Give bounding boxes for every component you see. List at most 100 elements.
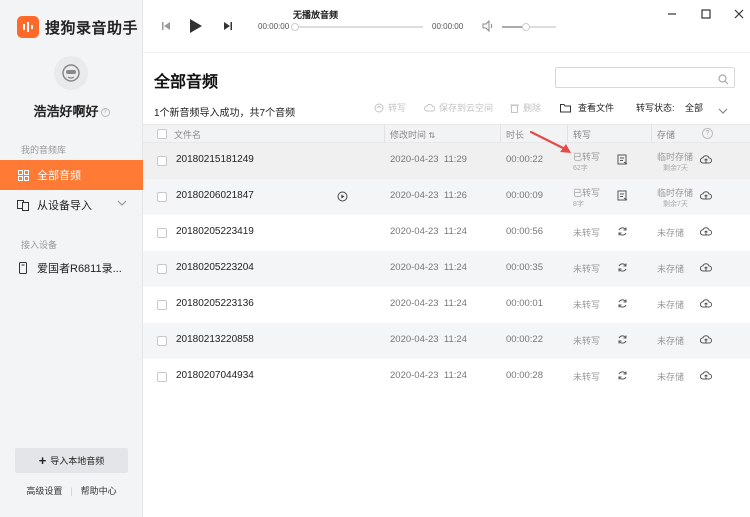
row-checkbox[interactable] (157, 156, 167, 166)
previous-track-icon[interactable] (159, 19, 173, 33)
sidebar-item-device-r6811[interactable]: 爱国者R6811录... (0, 253, 143, 283)
chevron-down-icon[interactable] (117, 198, 127, 211)
select-all-checkbox[interactable] (157, 129, 167, 139)
row-duration: 00:00:22 (506, 334, 543, 345)
column-modified[interactable]: 修改时间 ⇅ (390, 128, 435, 141)
row-filename: 20180213220858 (176, 334, 254, 345)
view-transcript-icon[interactable] (617, 154, 628, 168)
cloud-upload-icon[interactable] (699, 298, 712, 312)
volume-slider[interactable] (502, 23, 556, 31)
transcribe-icon[interactable] (617, 226, 628, 240)
table-row[interactable]: 20180206021847 2020-04-23 11:26 00:00:09 已转… (143, 179, 750, 215)
help-center-link[interactable]: 帮助中心 (81, 486, 117, 496)
row-checkbox[interactable] (157, 372, 167, 382)
search-input[interactable] (556, 68, 706, 88)
view-transcript-icon[interactable] (617, 190, 628, 204)
row-duration: 00:00:28 (506, 370, 543, 381)
import-local-audio-button[interactable]: + 导入本地音频 (15, 448, 128, 473)
sidebar-item-all-audio[interactable]: 全部音频 (0, 160, 143, 190)
sort-icon[interactable]: ⇅ (429, 131, 436, 140)
help-icon[interactable]: ? (702, 128, 713, 139)
row-filename: 20180215181249 (176, 154, 254, 165)
row-transcribe-status: 未转写 (573, 228, 601, 238)
row-storage-status: 未存储 (657, 300, 685, 310)
app-logo: 搜狗录音助手 (17, 16, 138, 38)
row-transcribe-status: 未转写 (573, 372, 601, 382)
row-date: 2020-04-23 (390, 370, 439, 381)
info-icon[interactable]: ? (100, 108, 110, 117)
folder-icon (560, 103, 571, 113)
row-transcribe-status: 未转写 (573, 264, 601, 274)
minimize-icon[interactable] (665, 7, 679, 21)
cloud-upload-icon[interactable] (699, 154, 712, 168)
search-box[interactable] (555, 67, 735, 88)
chevron-down-icon[interactable] (718, 102, 728, 120)
play-icon[interactable] (187, 17, 205, 35)
row-date: 2020-04-23 (390, 154, 439, 165)
cloud-upload-icon[interactable] (699, 190, 712, 204)
table-row[interactable]: 20180205223136 2020-04-23 11:24 00:00:01 未转… (143, 287, 750, 323)
row-time: 11:29 (443, 154, 467, 165)
row-time: 11:24 (443, 370, 467, 381)
avatar[interactable] (54, 56, 88, 90)
plus-icon: + (38, 453, 47, 468)
play-circle-icon[interactable] (337, 191, 348, 205)
app-name: 搜狗录音助手 (45, 19, 139, 37)
maximize-icon[interactable] (699, 7, 713, 21)
table-row[interactable]: 20180205223419 2020-04-23 11:24 00:00:56 未转… (143, 215, 750, 251)
row-checkbox[interactable] (157, 264, 167, 274)
cloud-upload-icon[interactable] (699, 262, 712, 276)
row-duration: 00:00:01 (506, 298, 543, 309)
transcribe-button[interactable]: 转写 (374, 101, 406, 114)
row-time: 11:24 (443, 262, 467, 273)
transcribe-icon[interactable] (617, 262, 628, 276)
row-checkbox[interactable] (157, 192, 167, 202)
column-divider (651, 125, 652, 142)
row-modified-time: 2020-04-23 11:24 (390, 226, 467, 237)
sidebar-item-device-import[interactable]: 从设备导入 (0, 190, 143, 220)
transcribe-icon[interactable] (617, 334, 628, 348)
cloud-upload-icon[interactable] (699, 334, 712, 348)
transcribe-icon[interactable] (617, 370, 628, 384)
recorder-device-icon (17, 262, 29, 274)
row-storage-remaining: 剩余7天 (663, 201, 688, 208)
cloud-upload-icon[interactable] (699, 226, 712, 240)
bottom-links: 高级设置 | 帮助中心 (0, 484, 143, 497)
table-row[interactable]: 20180215181249 2020-04-23 11:29 00:00:22 已转… (143, 143, 750, 179)
row-checkbox[interactable] (157, 228, 167, 238)
save-to-cloud-button[interactable]: 保存到云空间 (424, 101, 493, 114)
close-icon[interactable] (732, 7, 746, 21)
search-icon[interactable] (718, 72, 729, 90)
row-modified-time: 2020-04-23 11:24 (390, 298, 467, 309)
transcribe-icon[interactable] (617, 298, 628, 312)
volume-knob[interactable] (522, 23, 531, 31)
delete-button[interactable]: 删除 (510, 101, 541, 114)
table-row[interactable]: 20180207044934 2020-04-23 11:24 00:00:28 未转… (143, 359, 750, 395)
row-transcribe-status: 已转写 (573, 152, 601, 162)
progress-slider[interactable] (291, 23, 423, 31)
username[interactable]: 浩浩好啊好? (0, 101, 143, 120)
row-modified-time: 2020-04-23 11:26 (390, 190, 467, 201)
progress-knob[interactable] (291, 23, 299, 31)
column-storage: 存储 (657, 130, 676, 140)
row-checkbox[interactable] (157, 336, 167, 346)
transcribe-filter-select[interactable]: 全部 (685, 101, 703, 114)
cloud-upload-icon[interactable] (699, 370, 712, 384)
table-row[interactable]: 20180205223204 2020-04-23 11:24 00:00:35 未转… (143, 251, 750, 287)
column-transcribe: 转写 (573, 130, 592, 140)
view-file-button[interactable]: 查看文件 (560, 101, 614, 114)
delete-label: 删除 (523, 103, 542, 113)
current-time: 00:00:00 (258, 22, 290, 31)
save-cloud-label: 保存到云空间 (439, 103, 494, 113)
next-track-icon[interactable] (221, 19, 235, 33)
row-storage-status: 临时存储 (657, 188, 694, 198)
advanced-settings-link[interactable]: 高级设置 (26, 486, 62, 496)
row-word-count: 62字 (573, 165, 588, 172)
cloud-save-icon (424, 103, 435, 113)
sidebar-item-label: 从设备导入 (37, 200, 92, 212)
row-date: 2020-04-23 (390, 262, 439, 273)
row-transcribe-status: 已转写 (573, 188, 601, 198)
table-row[interactable]: 20180213220858 2020-04-23 11:24 00:00:22 未转… (143, 323, 750, 359)
volume-icon[interactable] (481, 19, 495, 33)
row-checkbox[interactable] (157, 300, 167, 310)
